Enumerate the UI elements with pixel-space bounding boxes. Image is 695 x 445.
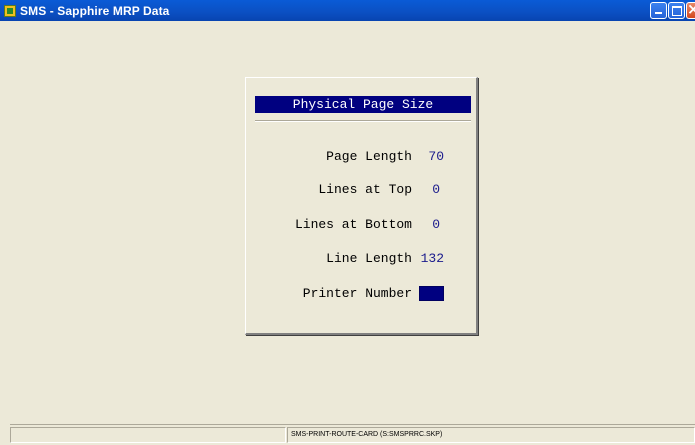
- lines-at-bottom-row: Lines at Bottom 0: [246, 216, 479, 234]
- status-pane-program: SMS-PRINT-ROUTE-CARD (S:SMSPRRC.SKP): [287, 427, 695, 443]
- printer-number-input[interactable]: [419, 286, 444, 301]
- dialog-separator: [255, 120, 471, 122]
- window-title: SMS - Sapphire MRP Data: [20, 3, 170, 18]
- app-icon[interactable]: [4, 4, 16, 17]
- page-length-row: Page Length 70: [246, 148, 479, 166]
- page-length-label: Page Length: [326, 149, 412, 164]
- status-pane-left: [10, 427, 286, 443]
- status-bar: SMS-PRINT-ROUTE-CARD (S:SMSPRRC.SKP): [10, 424, 695, 445]
- window-frame-left: [0, 21, 10, 445]
- physical-page-size-dialog: Physical Page Size Page Length 70 Lines …: [245, 77, 478, 335]
- lines-at-bottom-value[interactable]: 0: [416, 216, 440, 234]
- minimize-button[interactable]: [650, 2, 667, 19]
- line-length-label: Line Length: [326, 251, 412, 266]
- line-length-row: Line Length 132: [246, 250, 479, 268]
- line-length-value[interactable]: 132: [412, 250, 444, 268]
- dialog-title: Physical Page Size: [255, 96, 471, 113]
- lines-at-bottom-label: Lines at Bottom: [294, 217, 412, 232]
- lines-at-top-value[interactable]: 0: [416, 181, 440, 199]
- printer-number-label: Printer Number: [302, 286, 412, 301]
- lines-at-top-label: Lines at Top: [318, 182, 412, 197]
- printer-number-row: Printer Number: [246, 285, 479, 303]
- page-length-value[interactable]: 70: [420, 148, 444, 166]
- title-bar[interactable]: SMS - Sapphire MRP Data: [0, 0, 695, 21]
- maximize-button[interactable]: [668, 2, 685, 19]
- close-button[interactable]: [686, 0, 695, 19]
- lines-at-top-row: Lines at Top 0: [246, 181, 479, 199]
